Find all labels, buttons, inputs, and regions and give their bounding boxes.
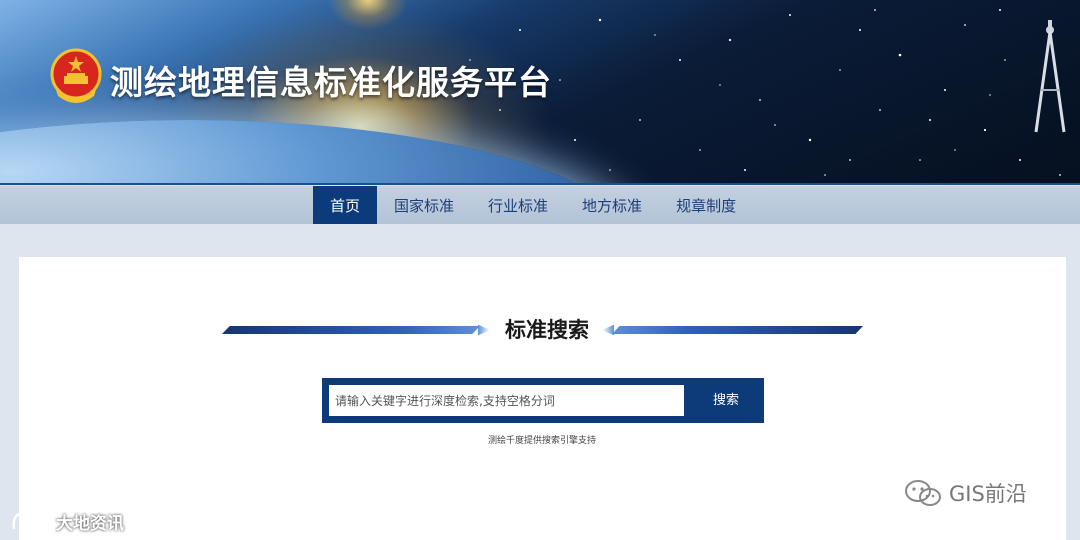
- nav-item-local-standards[interactable]: 地方标准: [565, 186, 659, 224]
- nav-item-regulations[interactable]: 规章制度: [659, 186, 753, 224]
- title-decoration-right: [612, 326, 863, 334]
- section-title: 标准搜索: [505, 318, 589, 342]
- watermark-left-text: 大地资讯: [56, 513, 124, 534]
- watermark-left: 大地资讯: [10, 507, 124, 535]
- watermark-right: GIS前沿: [903, 478, 1027, 508]
- title-decoration-left: [222, 326, 480, 334]
- section-header: 标准搜索: [222, 313, 863, 349]
- title-decoration-left-tip: [478, 324, 490, 336]
- nav-item-national-standards[interactable]: 国家标准: [377, 186, 471, 224]
- banner-divider: [0, 183, 1080, 185]
- site-title: 测绘地理信息标准化服务平台: [110, 63, 552, 102]
- watermark-right-text: GIS前沿: [949, 482, 1027, 506]
- header-banner: 测绘地理信息标准化服务平台: [0, 0, 1080, 185]
- wechat-icon: [905, 480, 941, 506]
- nav-item-industry-standards[interactable]: 行业标准: [471, 186, 565, 224]
- drafting-compass-icon: [1034, 20, 1066, 133]
- search-form: 搜索: [322, 378, 764, 423]
- nav-item-home[interactable]: 首页: [313, 186, 378, 224]
- title-decoration-right-tip: [602, 324, 614, 336]
- search-input[interactable]: [329, 385, 684, 416]
- main-nav: 首页 国家标准 行业标准 地方标准 规章制度: [0, 186, 1080, 224]
- search-engine-credit: 测绘千度提供搜索引擎支持: [487, 436, 596, 446]
- national-emblem-icon: [50, 48, 102, 103]
- watermark-logo-icon: [12, 511, 49, 530]
- search-button[interactable]: 搜索: [691, 385, 761, 416]
